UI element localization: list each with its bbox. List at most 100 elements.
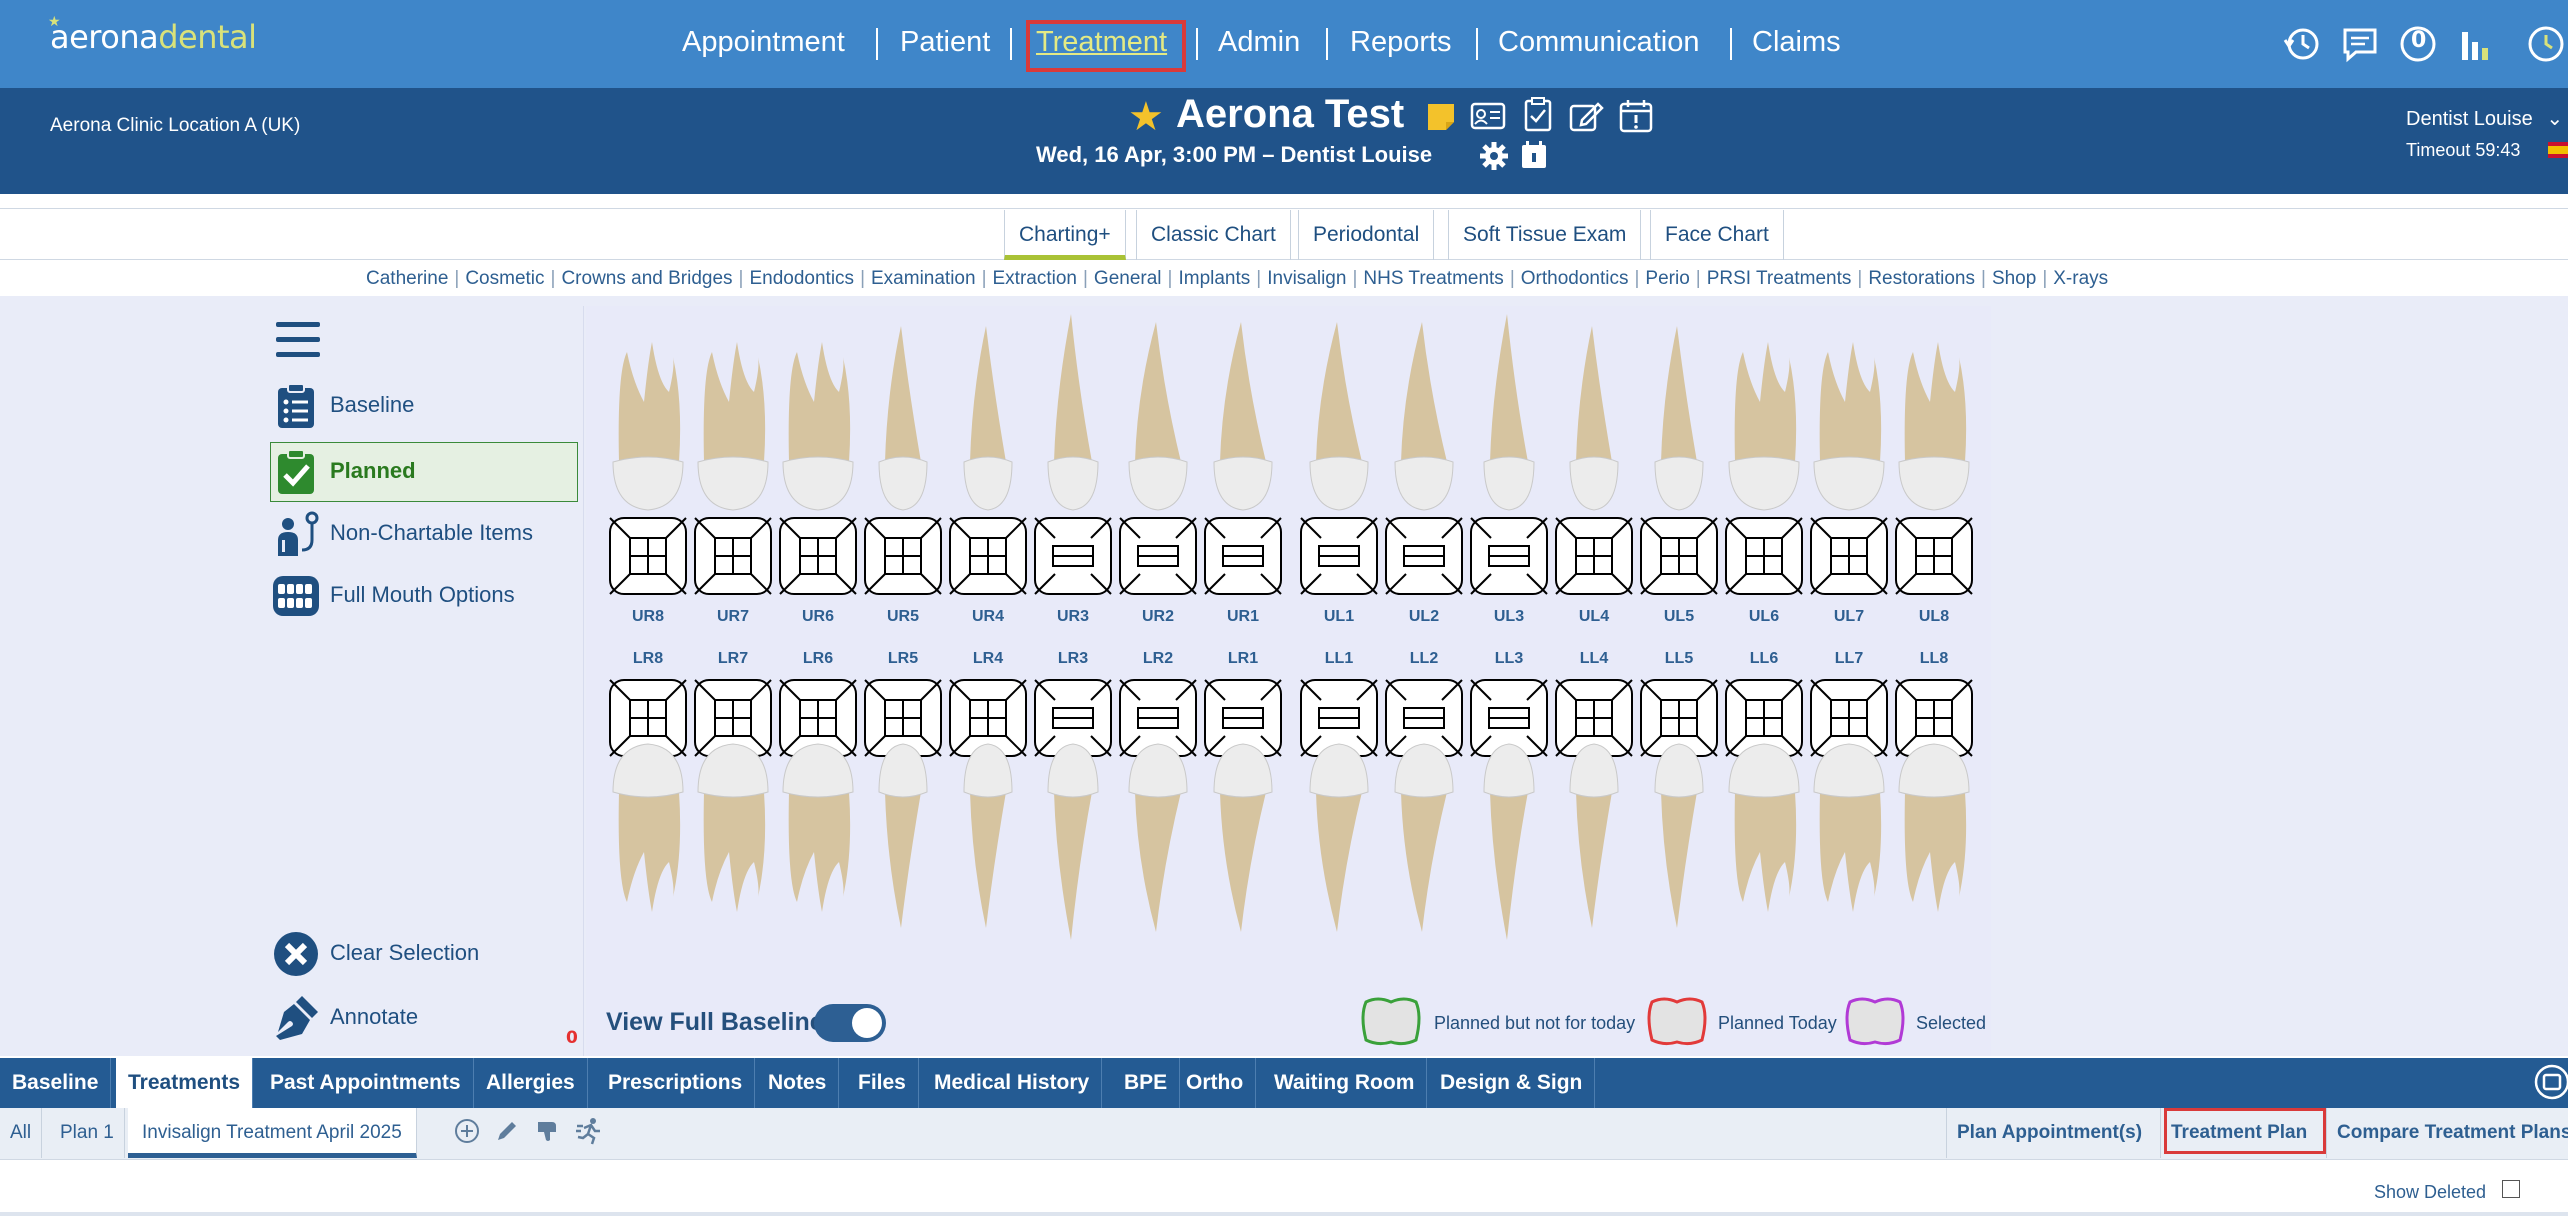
calendar-alert-icon[interactable]	[1618, 98, 1654, 134]
tooth-image[interactable]	[948, 742, 1028, 942]
tooth-image[interactable]	[1299, 742, 1379, 942]
aerona-logo[interactable]: ★ aeronadental	[48, 14, 257, 56]
tooth-label-lr2[interactable]: LR2	[1118, 650, 1198, 668]
tooth-surface-grid[interactable]	[1554, 516, 1634, 596]
category-link[interactable]: Endodontics	[749, 268, 854, 289]
tooth-image[interactable]	[1554, 742, 1634, 942]
tooth-label-ul4[interactable]: UL4	[1554, 608, 1634, 626]
tab-past-appointments[interactable]: Past Appointments	[258, 1058, 474, 1108]
tooth-label-ur1[interactable]: UR1	[1203, 608, 1283, 626]
category-link[interactable]: Orthodontics	[1521, 268, 1629, 289]
tooth-label-lr7[interactable]: LR7	[693, 650, 773, 668]
collapse-panel-icon[interactable]	[2532, 1062, 2568, 1102]
tab-notes[interactable]: Notes	[756, 1058, 840, 1108]
tooth-label-ur4[interactable]: UR4	[948, 608, 1028, 626]
tooth-label-ul7[interactable]: UL7	[1809, 608, 1889, 626]
category-link[interactable]: Catherine	[366, 268, 448, 289]
tab-medical-history[interactable]: Medical History	[922, 1058, 1103, 1108]
category-link[interactable]: Invisalign	[1267, 268, 1346, 289]
tooth-image[interactable]	[1809, 312, 1889, 512]
tooth-surface-grid[interactable]	[863, 516, 943, 596]
view-full-baseline-toggle[interactable]	[814, 1004, 886, 1042]
tooth-label-lr8[interactable]: LR8	[608, 650, 688, 668]
tooth-label-ur2[interactable]: UR2	[1118, 608, 1198, 626]
nav-claims[interactable]: Claims	[1752, 26, 1841, 59]
tooth-label-ur3[interactable]: UR3	[1033, 608, 1113, 626]
appointment-info[interactable]: Wed, 16 Apr, 3:00 PM – Dentist Louise	[1036, 142, 1432, 168]
tooth-surface-grid[interactable]	[948, 516, 1028, 596]
tooth-image[interactable]	[1118, 312, 1198, 512]
tooth-image[interactable]	[1639, 742, 1719, 942]
menu-icon[interactable]	[274, 316, 322, 364]
tooth-label-lr3[interactable]: LR3	[1033, 650, 1113, 668]
tooth-label-lr6[interactable]: LR6	[778, 650, 858, 668]
tab-baseline[interactable]: Baseline	[0, 1058, 112, 1108]
tooth-image[interactable]	[1299, 312, 1379, 512]
messages-icon[interactable]	[2340, 24, 2380, 64]
category-link[interactable]: Cosmetic	[465, 268, 544, 289]
tooth-surface-grid[interactable]	[1724, 516, 1804, 596]
tooth-image[interactable]	[693, 312, 773, 512]
tooth-label-ur5[interactable]: UR5	[863, 608, 943, 626]
plan-tab-plan-1[interactable]: Plan 1	[50, 1108, 125, 1158]
clock-icon[interactable]	[2524, 24, 2564, 64]
tooth-image[interactable]	[1554, 312, 1634, 512]
tooth-label-ur7[interactable]: UR7	[693, 608, 773, 626]
tooth-surface-grid[interactable]	[693, 516, 773, 596]
tooth-image[interactable]	[1203, 742, 1283, 942]
tooth-image[interactable]	[1384, 312, 1464, 512]
run-icon[interactable]	[574, 1116, 604, 1146]
tooth-surface-grid[interactable]	[1033, 516, 1113, 596]
category-link[interactable]: Shop	[1992, 268, 2036, 289]
tooth-label-ul1[interactable]: UL1	[1299, 608, 1379, 626]
history-icon[interactable]	[2282, 24, 2322, 64]
tooth-image[interactable]	[1469, 742, 1549, 942]
tooth-label-lr1[interactable]: LR1	[1203, 650, 1283, 668]
tab-files[interactable]: Files	[846, 1058, 919, 1108]
plan-tab-all[interactable]: All	[0, 1108, 43, 1158]
tooth-label-lr5[interactable]: LR5	[863, 650, 943, 668]
edit-icon[interactable]	[1568, 98, 1604, 134]
tooth-label-ll4[interactable]: LL4	[1554, 650, 1634, 668]
tooth-image[interactable]	[608, 312, 688, 512]
tab-waiting-room[interactable]: Waiting Room	[1262, 1058, 1428, 1108]
tooth-image[interactable]	[1384, 742, 1464, 942]
tooth-image[interactable]	[608, 742, 688, 942]
tooth-surface-grid[interactable]	[1639, 516, 1719, 596]
plan-appointments-button[interactable]: Plan Appointment(s)	[1946, 1108, 2152, 1158]
tab-periodontal[interactable]: Periodontal	[1298, 210, 1435, 260]
tooth-image[interactable]	[1203, 312, 1283, 512]
tooth-image[interactable]	[1894, 312, 1974, 512]
tooth-surface-grid[interactable]	[1118, 516, 1198, 596]
tooth-label-ll2[interactable]: LL2	[1384, 650, 1464, 668]
tab-prescriptions[interactable]: Prescriptions	[596, 1058, 756, 1108]
tooth-image[interactable]	[1724, 742, 1804, 942]
tooth-image[interactable]	[863, 742, 943, 942]
tooth-label-ul6[interactable]: UL6	[1724, 608, 1804, 626]
thumbs-down-icon[interactable]	[532, 1116, 562, 1146]
patient-name[interactable]: Aerona Test	[1176, 92, 1404, 137]
tooth-image[interactable]	[1118, 742, 1198, 942]
tooth-image[interactable]	[1033, 742, 1113, 942]
tooth-surface-grid[interactable]	[1809, 516, 1889, 596]
category-link[interactable]: Restorations	[1868, 268, 1975, 289]
tooth-surface-grid[interactable]	[1384, 516, 1464, 596]
tooth-image[interactable]	[1809, 742, 1889, 942]
tooth-surface-grid[interactable]	[1299, 516, 1379, 596]
pencil-icon[interactable]	[492, 1116, 522, 1146]
tooth-image[interactable]	[1469, 312, 1549, 512]
category-link[interactable]: Crowns and Bridges	[561, 268, 732, 289]
tooth-image[interactable]	[778, 742, 858, 942]
plan-tab-invisalign[interactable]: Invisalign Treatment April 2025	[128, 1108, 417, 1158]
category-link[interactable]: Perio	[1645, 268, 1689, 289]
tooth-label-ll8[interactable]: LL8	[1894, 650, 1974, 668]
clinic-location[interactable]: Aerona Clinic Location A (UK)	[50, 115, 300, 137]
tooth-surface-grid[interactable]	[1203, 516, 1283, 596]
user-menu[interactable]: Dentist Louise ⌄	[2406, 106, 2563, 131]
tooth-surface-grid[interactable]	[778, 516, 858, 596]
tooth-image[interactable]	[1894, 742, 1974, 942]
language-flag-icon[interactable]	[2548, 142, 2568, 158]
tab-charting-plus[interactable]: Charting+	[1004, 210, 1126, 260]
favourite-star-icon[interactable]: ★	[1128, 94, 1164, 140]
tab-treatments[interactable]: Treatments	[116, 1058, 254, 1108]
